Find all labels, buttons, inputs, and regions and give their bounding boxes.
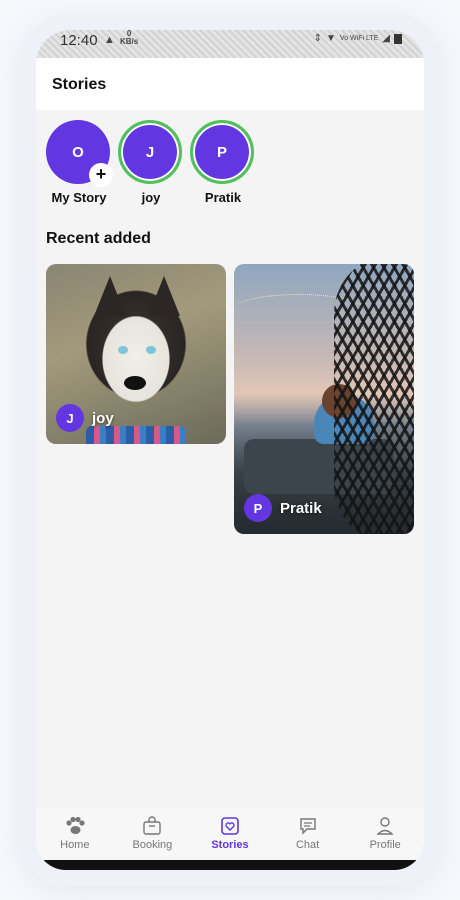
story-name: Pratik xyxy=(204,190,242,205)
story-card-pratik[interactable]: P Pratik xyxy=(234,264,414,534)
tab-label: Stories xyxy=(211,839,249,851)
tab-chat[interactable]: Chat xyxy=(273,816,343,851)
card-author: J joy xyxy=(56,404,114,432)
story-initial: J xyxy=(145,143,155,161)
story-my-story[interactable]: O + My Story xyxy=(46,120,113,205)
author-name: joy xyxy=(92,409,114,427)
profile-icon xyxy=(350,816,420,836)
story-name: My Story xyxy=(51,190,107,205)
app-screen: 12:40 ▲ 0 KB/s ⇕ ▼ Vo WiFi LTE ◢ Stories… xyxy=(36,30,424,870)
story-avatar[interactable]: O + xyxy=(46,120,113,187)
story-avatar[interactable]: J xyxy=(118,120,182,184)
network-speed: 0 KB/s xyxy=(120,30,138,46)
page-title: Stories xyxy=(52,76,107,93)
tab-stories[interactable]: Stories xyxy=(195,816,265,851)
story-name: joy xyxy=(141,190,161,205)
bag-icon xyxy=(117,816,187,836)
tab-label: Profile xyxy=(369,839,401,851)
author-avatar: J xyxy=(56,404,84,432)
story-avatar[interactable]: P xyxy=(190,120,254,184)
tab-home[interactable]: Home xyxy=(40,816,110,851)
bottom-tab-bar: Home Booking Stories Chat Profile xyxy=(36,808,424,860)
card-author: P Pratik xyxy=(244,494,322,522)
status-time: 12:40 xyxy=(60,32,98,49)
story-initial: O xyxy=(72,143,84,161)
story-joy[interactable]: J joy xyxy=(118,120,184,205)
paw-icon xyxy=(40,816,110,836)
dog-photo xyxy=(94,276,126,316)
dog-photo-ear xyxy=(148,276,180,316)
bell-icon: ▲ xyxy=(104,34,115,46)
tab-label: Chat xyxy=(295,839,320,851)
stories-icon xyxy=(195,816,265,836)
tab-label: Home xyxy=(60,839,90,851)
author-name: Pratik xyxy=(280,499,322,517)
tab-booking[interactable]: Booking xyxy=(117,816,187,851)
gesture-bar xyxy=(36,860,424,870)
dog-photo-eye xyxy=(118,346,128,354)
dog-photo-eye xyxy=(146,346,156,354)
tab-label: Booking xyxy=(132,839,173,851)
add-story-icon[interactable]: + xyxy=(89,163,113,187)
tab-profile[interactable]: Profile xyxy=(350,816,420,851)
status-bar: 12:40 ▲ 0 KB/s ⇕ ▼ Vo WiFi LTE ◢ xyxy=(36,30,424,58)
dog-photo-nose xyxy=(124,376,146,390)
status-icons: ⇕ ▼ Vo WiFi LTE ◢ xyxy=(314,33,402,44)
wicker-chair xyxy=(334,264,414,534)
recent-added-title: Recent added xyxy=(46,230,151,247)
stories-row: O + My Story J joy P Pratik xyxy=(46,120,256,205)
signal-icon: ◢ xyxy=(382,33,390,44)
speed-unit: KB/s xyxy=(120,37,139,46)
story-pratik[interactable]: P Pratik xyxy=(190,120,256,205)
story-card-joy[interactable]: J joy xyxy=(46,264,226,444)
author-avatar: P xyxy=(244,494,272,522)
story-initial: P xyxy=(216,143,227,161)
vibrate-icon: ⇕ xyxy=(313,33,322,44)
chat-icon xyxy=(273,816,343,836)
battery-icon xyxy=(394,33,402,44)
wifi-icon: ▼ xyxy=(326,33,336,44)
app-header: Stories xyxy=(36,58,424,110)
network-label: Vo WiFi LTE xyxy=(339,35,379,42)
